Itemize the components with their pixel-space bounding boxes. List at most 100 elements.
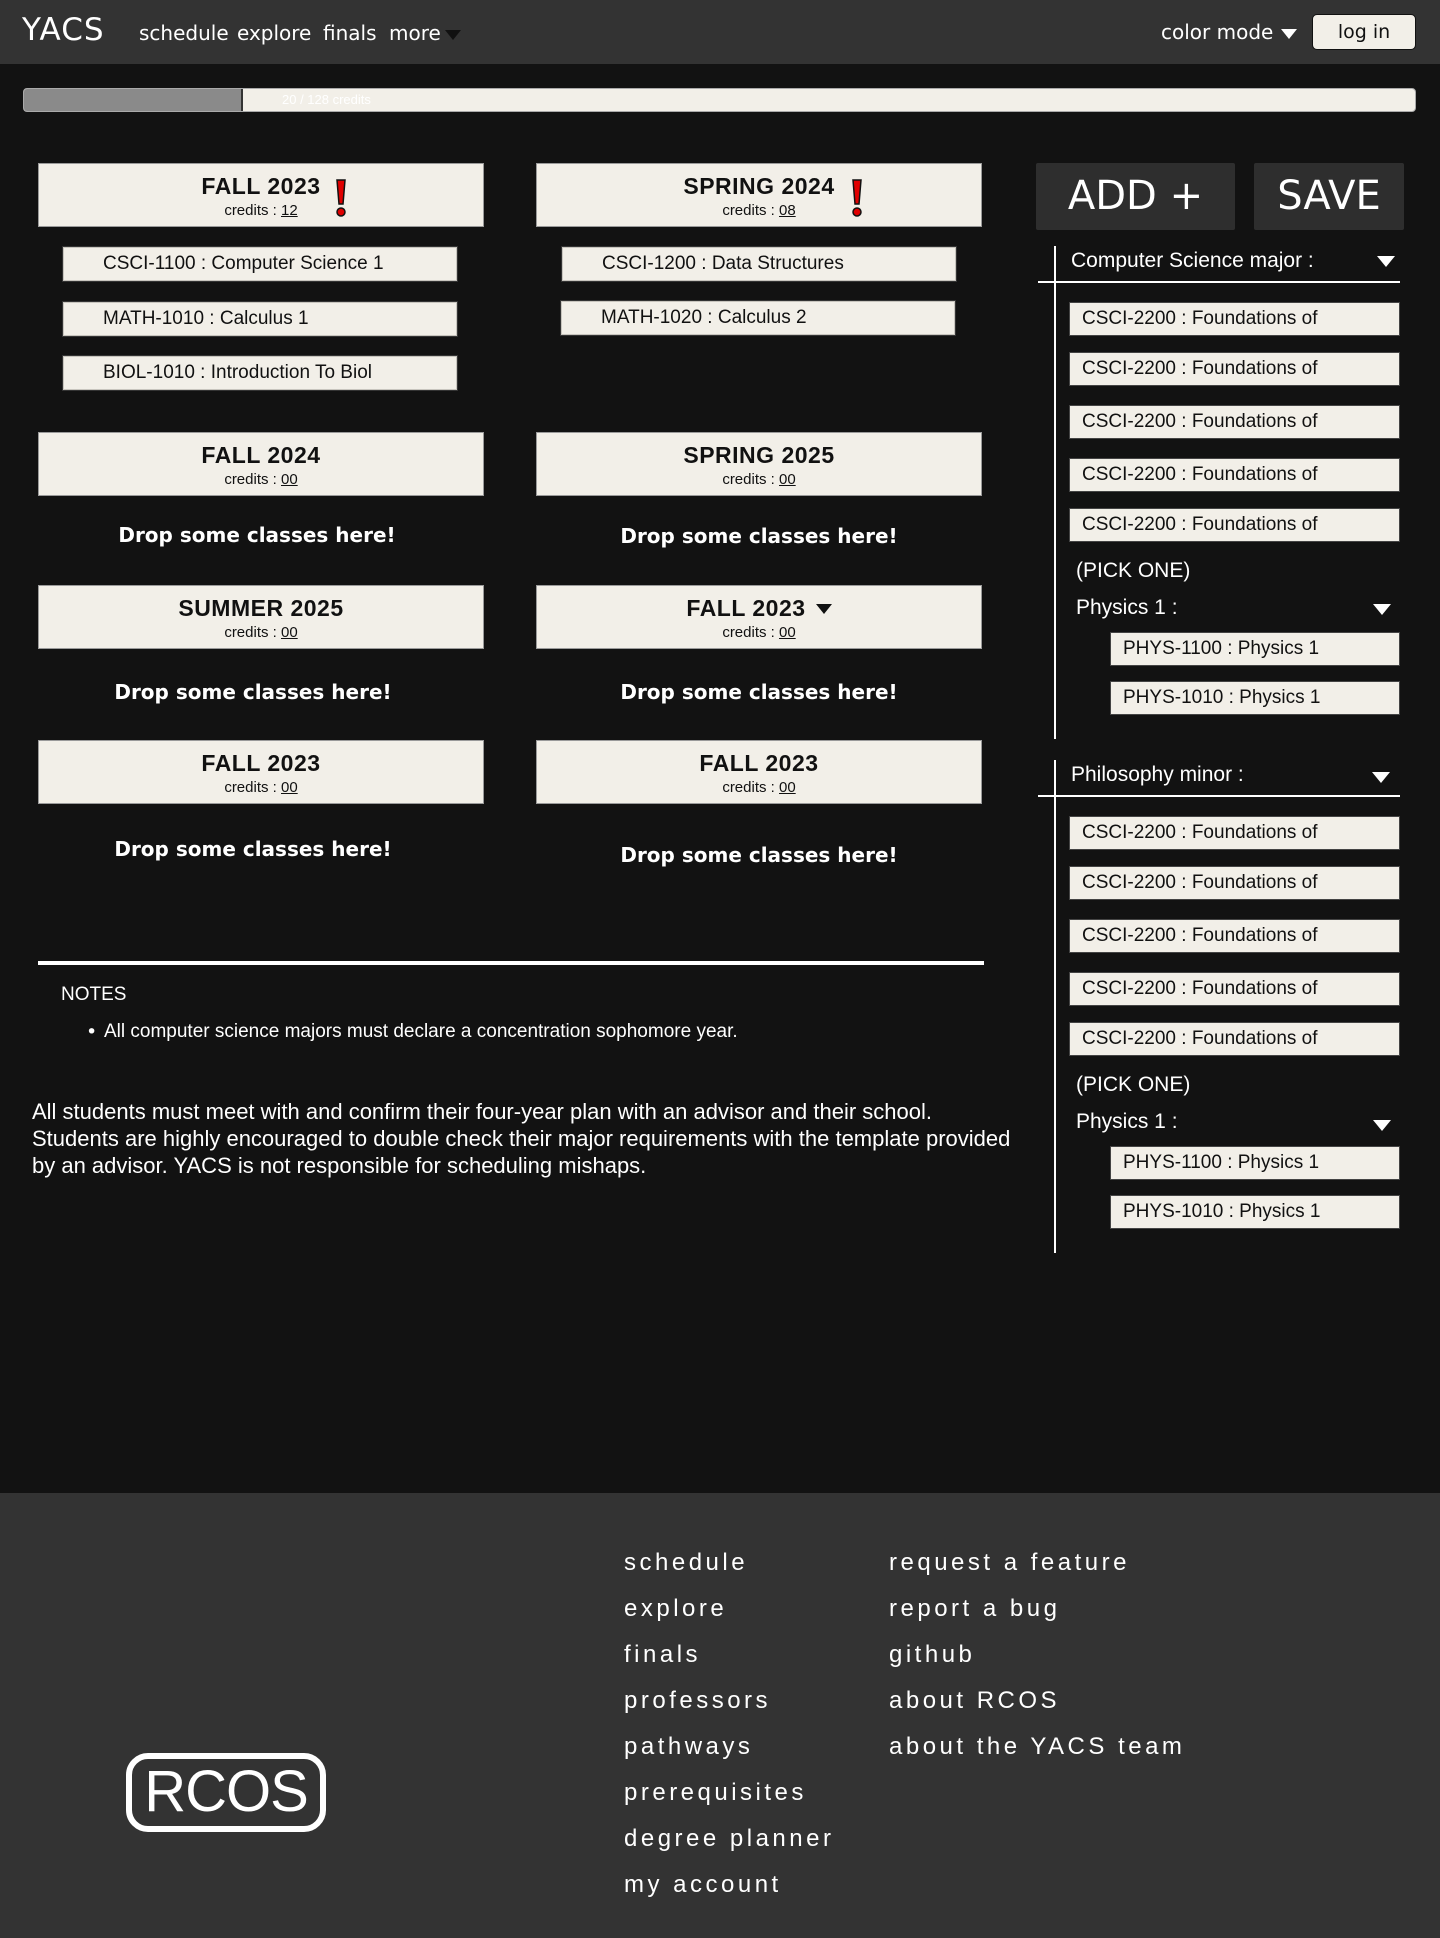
- requirement-course[interactable]: CSCI-2200 : Foundations of: [1069, 352, 1400, 386]
- nav-explore-link[interactable]: explore: [237, 21, 311, 45]
- course-card[interactable]: MATH-1020 : Calculus 2: [560, 300, 956, 336]
- semester-name: SUMMER 2025: [178, 595, 344, 621]
- credits-label: credits :: [722, 624, 779, 641]
- footer-link[interactable]: about the YACS team: [889, 1733, 1185, 1761]
- drop-zone[interactable]: Drop some classes here!: [536, 680, 982, 704]
- footer-link[interactable]: professors: [624, 1687, 771, 1715]
- requirement-option[interactable]: PHYS-1100 : Physics 1: [1110, 1146, 1400, 1180]
- add-button[interactable]: ADD +: [1036, 163, 1235, 230]
- footer-link[interactable]: github: [889, 1641, 975, 1669]
- credits-label: credits :: [722, 202, 779, 219]
- requirement-divider: [1038, 281, 1400, 283]
- footer-link[interactable]: about RCOS: [889, 1687, 1060, 1715]
- drop-zone[interactable]: Drop some classes here!: [30, 837, 476, 861]
- chevron-down-icon[interactable]: [1373, 1120, 1391, 1131]
- requirement-option[interactable]: PHYS-1010 : Physics 1: [1110, 681, 1400, 715]
- footer-link[interactable]: finals: [624, 1641, 701, 1669]
- nav-more-menu[interactable]: more: [389, 21, 461, 45]
- course-card[interactable]: CSCI-1100 : Computer Science 1: [62, 246, 458, 282]
- chevron-down-icon[interactable]: [1372, 772, 1390, 783]
- requirement-bracket: [1054, 760, 1056, 1253]
- requirement-course[interactable]: CSCI-2200 : Foundations of: [1069, 405, 1400, 439]
- color-mode-menu[interactable]: color mode: [1161, 20, 1298, 44]
- chevron-down-icon: [1281, 28, 1298, 39]
- requirement-bracket: [1054, 246, 1056, 739]
- credits-label: credits :: [224, 471, 281, 488]
- rcos-logo[interactable]: RCOS: [126, 1753, 326, 1832]
- credits-progress-label: 20 / 128 credits: [282, 92, 371, 107]
- pick-one-label: (PICK ONE): [1076, 1073, 1191, 1096]
- credits-value: 08: [779, 202, 796, 219]
- requirement-option[interactable]: PHYS-1010 : Physics 1: [1110, 1195, 1400, 1229]
- course-card[interactable]: CSCI-1200 : Data Structures: [561, 246, 957, 282]
- semester-header[interactable]: FALL 2023 credits : 00: [38, 740, 484, 804]
- semester-header[interactable]: SPRING 2025 credits : 00: [536, 432, 982, 496]
- semester-credits: credits : 12: [39, 202, 483, 219]
- credits-value: 12: [281, 202, 298, 219]
- footer-link[interactable]: report a bug: [889, 1595, 1060, 1623]
- chevron-down-icon[interactable]: [1377, 256, 1395, 267]
- requirement-option[interactable]: PHYS-1100 : Physics 1: [1110, 632, 1400, 666]
- course-card[interactable]: MATH-1010 : Calculus 1: [62, 301, 458, 337]
- requirement-title: Computer Science major :: [1071, 249, 1314, 272]
- chevron-down-icon[interactable]: [815, 603, 832, 614]
- semester-header-dropdown[interactable]: FALL 2023 credits : 00: [536, 585, 982, 649]
- semester-name: FALL 2023: [201, 173, 321, 199]
- credits-value: 00: [779, 471, 796, 488]
- requirement-course[interactable]: CSCI-2200 : Foundations of: [1069, 972, 1400, 1006]
- semester-credits: credits : 08: [537, 202, 981, 219]
- footer-link[interactable]: schedule: [624, 1549, 748, 1577]
- save-button[interactable]: SAVE: [1254, 163, 1404, 230]
- credits-label: credits :: [224, 779, 281, 796]
- footer-link[interactable]: pathways: [624, 1733, 753, 1761]
- semester-credits: credits : 00: [537, 779, 981, 796]
- chevron-down-icon[interactable]: [1373, 604, 1391, 615]
- semester-credits: credits : 00: [537, 624, 981, 641]
- note-item: All computer science majors must declare…: [104, 1021, 738, 1042]
- requirement-course[interactable]: CSCI-2200 : Foundations of: [1069, 919, 1400, 953]
- requirement-course[interactable]: CSCI-2200 : Foundations of: [1069, 816, 1400, 850]
- drop-zone[interactable]: Drop some classes here!: [536, 843, 982, 867]
- footer-link[interactable]: request a feature: [889, 1549, 1130, 1577]
- requirement-course[interactable]: CSCI-2200 : Foundations of: [1069, 508, 1400, 542]
- credits-value: 00: [281, 624, 298, 641]
- semester-header[interactable]: FALL 2023 credits : 00: [536, 740, 982, 804]
- chevron-down-icon: [444, 29, 461, 40]
- pick-one-label: (PICK ONE): [1076, 559, 1191, 582]
- footer-link[interactable]: degree planner: [624, 1825, 834, 1853]
- yacs-logo[interactable]: YACS: [22, 12, 105, 48]
- credits-label: credits :: [722, 779, 779, 796]
- semester-header[interactable]: SPRING 2024 credits : 08: [536, 163, 982, 227]
- top-nav: YACS schedule explore finals more color …: [0, 0, 1440, 64]
- nav-finals-link[interactable]: finals: [323, 21, 377, 45]
- requirement-course[interactable]: CSCI-2200 : Foundations of: [1069, 302, 1400, 336]
- semester-name: SPRING 2024: [683, 173, 835, 199]
- credits-value: 00: [779, 779, 796, 796]
- semester-name: SPRING 2025: [683, 442, 835, 468]
- drop-zone[interactable]: Drop some classes here!: [34, 523, 480, 547]
- credits-progress-bar: 20 / 128 credits: [23, 88, 1416, 112]
- requirement-course[interactable]: CSCI-2200 : Foundations of: [1069, 458, 1400, 492]
- nav-schedule-link[interactable]: schedule: [139, 21, 229, 45]
- semester-header[interactable]: FALL 2024 credits : 00: [38, 432, 484, 496]
- requirement-course[interactable]: CSCI-2200 : Foundations of: [1069, 1022, 1400, 1056]
- semester-credits: credits : 00: [39, 624, 483, 641]
- login-button[interactable]: log in: [1312, 14, 1416, 50]
- footer-link[interactable]: prerequisites: [624, 1779, 807, 1807]
- course-card[interactable]: BIOL-1010 : Introduction To Biol: [62, 355, 458, 391]
- credits-label: credits :: [224, 624, 281, 641]
- requirement-divider: [1038, 795, 1400, 797]
- semester-header[interactable]: FALL 2023 credits : 12: [38, 163, 484, 227]
- drop-zone[interactable]: Drop some classes here!: [536, 524, 982, 548]
- semester-name: FALL 2023: [699, 750, 819, 776]
- credits-label: credits :: [224, 202, 281, 219]
- semester-credits: credits : 00: [537, 471, 981, 488]
- credits-value: 00: [779, 624, 796, 641]
- requirement-group-title: Physics 1 :: [1076, 1110, 1178, 1133]
- requirement-course[interactable]: CSCI-2200 : Foundations of: [1069, 866, 1400, 900]
- semester-header[interactable]: SUMMER 2025 credits : 00: [38, 585, 484, 649]
- footer-link[interactable]: my account: [624, 1871, 782, 1899]
- footer-link[interactable]: explore: [624, 1595, 727, 1623]
- credits-label: credits :: [722, 471, 779, 488]
- drop-zone[interactable]: Drop some classes here!: [30, 680, 476, 704]
